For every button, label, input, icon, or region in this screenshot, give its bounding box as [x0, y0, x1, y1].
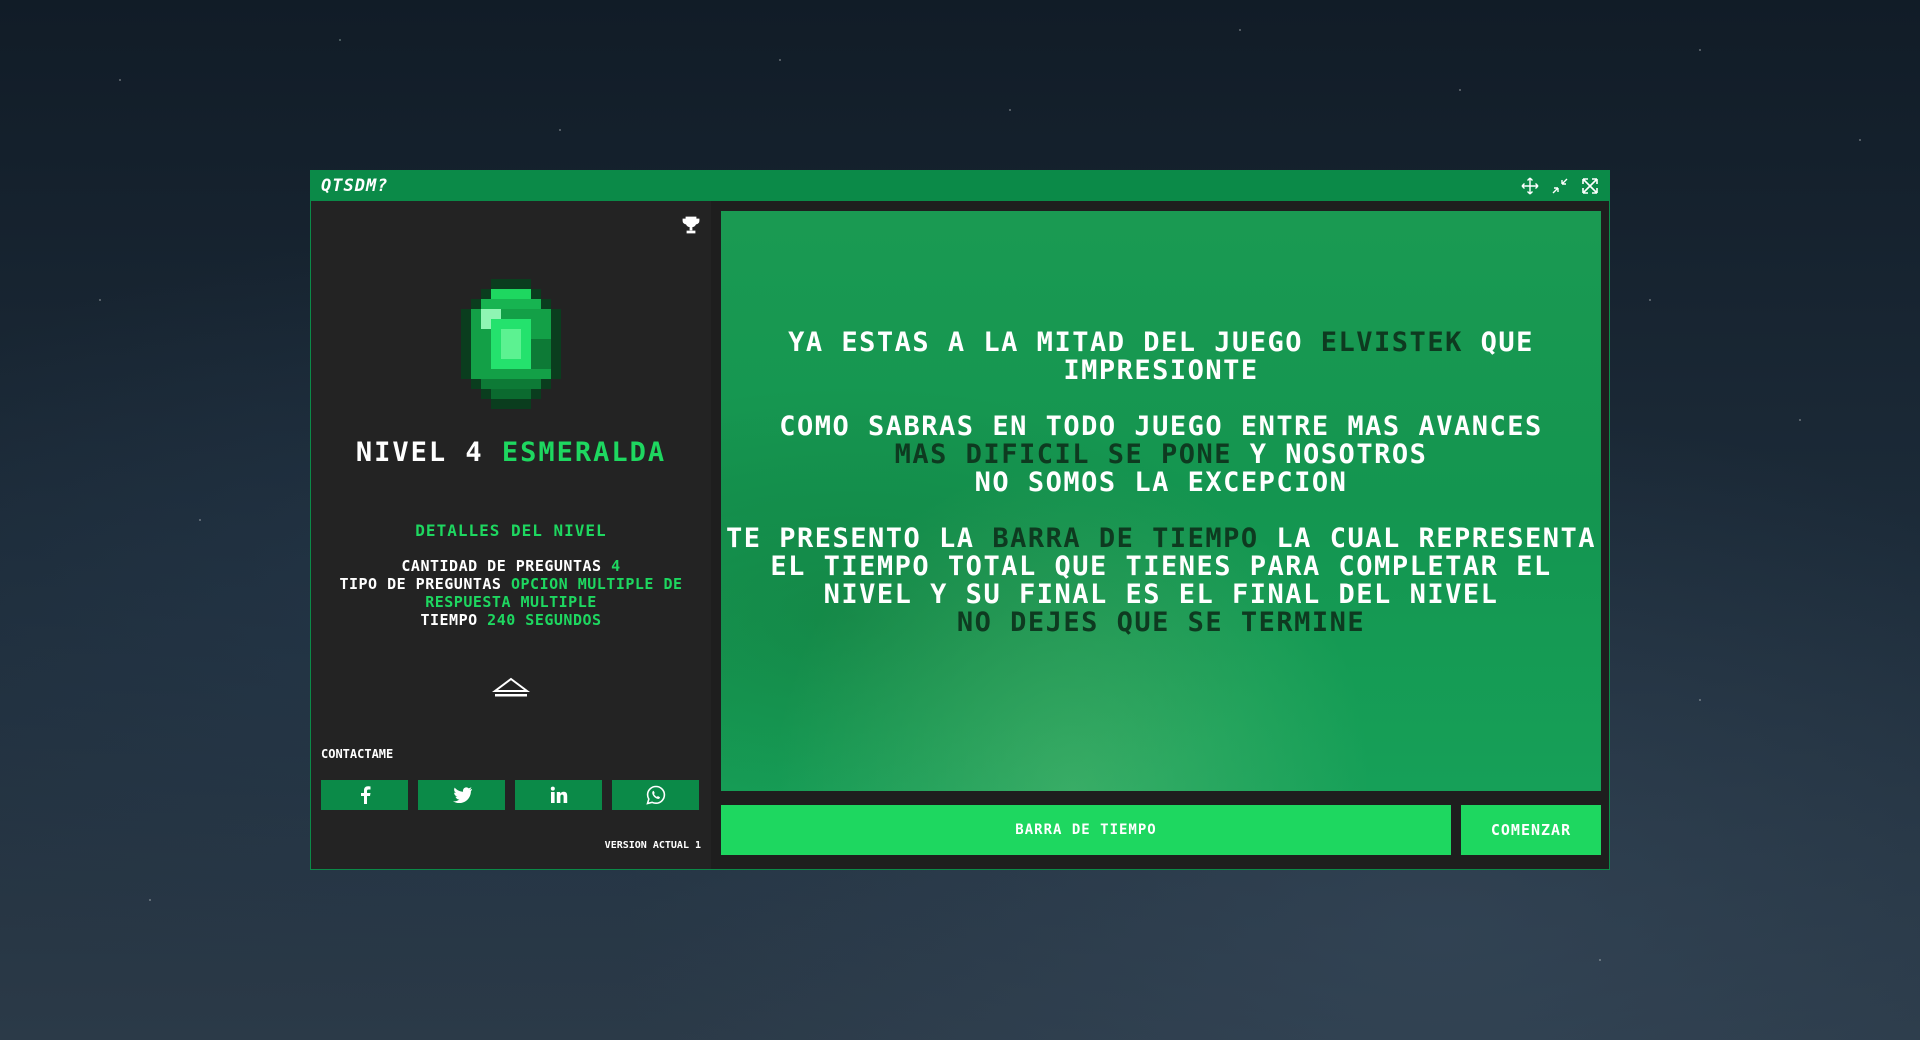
time-bar-label: BARRA DE TIEMPO	[1015, 822, 1157, 838]
social-links	[321, 780, 699, 810]
linkedin-button[interactable]	[515, 780, 602, 810]
version-label: VERSION ACTUAL 1	[604, 840, 701, 851]
emerald-gem-icon	[451, 279, 571, 413]
facebook-icon	[360, 786, 370, 804]
intro-highlight-timebar: BARRA DE TIEMPO	[992, 523, 1259, 554]
app-title: QTSDM?	[321, 176, 389, 196]
contact-label: CONTACTAME	[321, 747, 394, 761]
level-title: NIVEL 4 ESMERALDA	[311, 437, 711, 468]
intro-line-1a: YA ESTAS A LA MITAD DEL JUEGO	[788, 327, 1304, 358]
trophy-icon[interactable]	[681, 215, 701, 239]
compress-icon[interactable]	[1549, 175, 1571, 197]
twitter-icon	[452, 787, 472, 803]
title-bar[interactable]: QTSDM?	[311, 171, 1609, 201]
time-label: TIEMPO	[420, 611, 478, 629]
sidebar: NIVEL 4 ESMERALDA DETALLES DEL NIVEL CAN…	[311, 201, 711, 869]
app-window: QTSDM? NIVEL 4 ESMERALDA DETALLES DEL NI…	[310, 170, 1610, 870]
player-name: ELVISTEK	[1320, 327, 1463, 358]
intro-text: YA ESTAS A LA MITAD DEL JUEGO ELVISTEK Q…	[721, 329, 1601, 665]
twitter-button[interactable]	[418, 780, 505, 810]
intro-line-2c: NO SOMOS LA EXCEPCION	[974, 467, 1348, 498]
time-value: 240 SEGUNDOS	[487, 611, 602, 629]
intro-paragraph-3: TE PRESENTO LA BARRA DE TIEMPO LA CUAL R…	[721, 525, 1601, 637]
start-button[interactable]: COMENZAR	[1461, 805, 1601, 855]
linkedin-icon	[550, 786, 567, 803]
questions-value: 4	[611, 557, 621, 575]
intro-line-3a: TE PRESENTO LA	[725, 523, 975, 554]
eject-icon[interactable]	[491, 676, 531, 704]
time-bar: BARRA DE TIEMPO	[721, 805, 1451, 855]
level-number: NIVEL 4	[355, 437, 484, 468]
window-controls	[1519, 175, 1601, 197]
whatsapp-icon	[645, 785, 665, 805]
details-heading: DETALLES DEL NIVEL	[415, 521, 607, 540]
time-row: TIEMPO 240 SEGUNDOS	[321, 611, 701, 629]
level-name: ESMERALDA	[501, 437, 667, 468]
intro-panel: YA ESTAS A LA MITAD DEL JUEGO ELVISTEK Q…	[721, 211, 1601, 791]
questions-row: CANTIDAD DE PREGUNTAS 4	[321, 557, 701, 575]
expand-icon[interactable]	[1579, 175, 1601, 197]
type-label: TIPO DE PREGUNTAS	[339, 575, 502, 593]
level-details: CANTIDAD DE PREGUNTAS 4 TIPO DE PREGUNTA…	[321, 557, 701, 629]
questions-label: CANTIDAD DE PREGUNTAS	[401, 557, 602, 575]
facebook-button[interactable]	[321, 780, 408, 810]
intro-line-2b: Y NOSOTROS	[1249, 439, 1428, 470]
intro-highlight-difficulty: MAS DIFICIL SE PONE	[894, 439, 1233, 470]
intro-paragraph-1: YA ESTAS A LA MITAD DEL JUEGO ELVISTEK Q…	[721, 329, 1601, 385]
move-icon[interactable]	[1519, 175, 1541, 197]
intro-line-2a: COMO SABRAS EN TODO JUEGO ENTRE MAS AVAN…	[779, 411, 1543, 442]
whatsapp-button[interactable]	[612, 780, 699, 810]
intro-line-3c: NO DEJES QUE SE TERMINE	[956, 607, 1366, 638]
intro-paragraph-2: COMO SABRAS EN TODO JUEGO ENTRE MAS AVAN…	[721, 413, 1601, 497]
type-row: TIPO DE PREGUNTAS OPCION MULTIPLE DE RES…	[321, 575, 701, 611]
